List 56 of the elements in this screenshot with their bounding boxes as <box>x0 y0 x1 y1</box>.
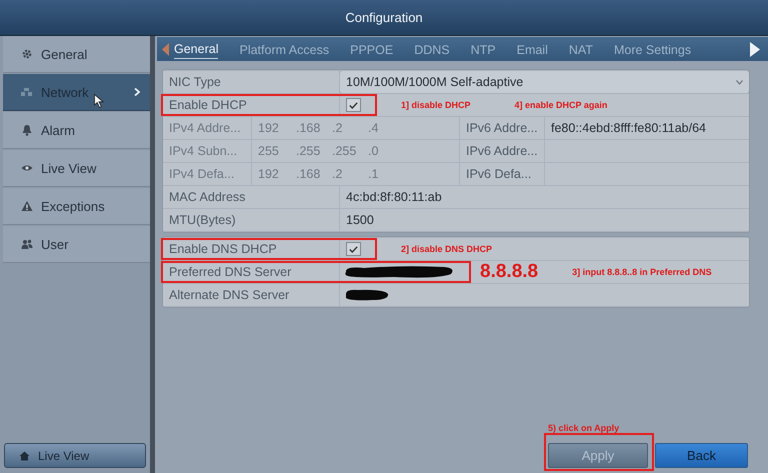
sidebar-item[interactable]: User <box>3 226 150 263</box>
field-label: IPv4 Addre... <box>163 117 251 139</box>
tab[interactable]: DDNS <box>414 40 450 58</box>
warning-icon <box>21 200 33 212</box>
ip-address-field: 255 .255 .255 .0 <box>252 140 459 162</box>
field-label: MTU(Bytes) <box>163 209 339 231</box>
chevron-down-icon <box>736 80 743 84</box>
gear-icon <box>21 48 33 60</box>
tab[interactable]: More Settings <box>614 40 692 58</box>
field-label: IPv4 Defa... <box>163 163 251 185</box>
field-label: NIC Type <box>163 71 339 93</box>
field-label: IPv6 Defa... <box>460 163 544 185</box>
tab[interactable]: Email <box>516 40 548 58</box>
redaction-mark <box>344 288 390 302</box>
ip-address-field: 192 .168 .2 .1 <box>252 163 459 185</box>
tab[interactable]: General <box>174 39 218 59</box>
back-button[interactable]: Back <box>655 443 748 468</box>
home-icon <box>19 450 30 460</box>
tab[interactable]: NTP <box>470 40 496 58</box>
tab[interactable]: Platform Access <box>239 40 330 58</box>
sidebar-item[interactable]: Live View <box>3 150 150 187</box>
window-title: Configuration <box>345 10 423 25</box>
arrow-left-icon <box>162 42 169 56</box>
dropdown-field[interactable]: 10M/100M/1000M Self-adaptive <box>340 71 749 93</box>
field-value: 4c:bd:8f:80:11:ab <box>346 190 442 204</box>
users-icon <box>21 238 33 250</box>
check-icon <box>349 246 358 252</box>
field-value: fe80::4ebd:8fff:fe80:11ab/64 <box>551 121 706 135</box>
bell-icon <box>21 124 33 136</box>
field-label: IPv6 Addre... <box>460 117 544 139</box>
field-label: IPv6 Addre... <box>460 140 544 162</box>
annotation-text: 4] enable DHCP again <box>514 100 608 110</box>
live-view-button[interactable]: Live View <box>4 443 146 468</box>
tab[interactable]: NAT <box>568 40 593 58</box>
annotation-text: 5) click on Apply <box>548 423 620 433</box>
chevron-right-icon <box>134 88 140 96</box>
sidebar-item[interactable]: Exceptions <box>3 188 150 225</box>
network-icon <box>21 86 33 98</box>
field-value: 1500 <box>346 213 374 227</box>
checkbox[interactable] <box>346 242 361 256</box>
annotation-text: 3] input 8.8.8..8 in Preferred DNS <box>572 267 712 277</box>
sidebar-item[interactable]: General <box>3 36 150 73</box>
arrow-right-icon <box>750 42 760 56</box>
mouse-cursor-icon <box>94 94 104 108</box>
sidebar-item[interactable]: Network <box>3 74 150 111</box>
ip-address-field: 192 .168 .2 .4 <box>252 117 459 139</box>
annotation-text: 1] disable DHCP <box>401 100 471 110</box>
check-icon <box>349 102 358 108</box>
checkbox[interactable] <box>346 98 361 112</box>
field-label: Alternate DNS Server <box>163 284 339 306</box>
field-label: MAC Address <box>163 186 339 208</box>
field-label: IPv4 Subn... <box>163 140 251 162</box>
annotation-text: 2] disable DNS DHCP <box>401 244 492 254</box>
tab[interactable]: PPPOE <box>350 40 394 58</box>
sidebar-item[interactable]: Alarm <box>3 112 150 149</box>
annotation-text: 8.8.8.8 <box>480 261 538 283</box>
